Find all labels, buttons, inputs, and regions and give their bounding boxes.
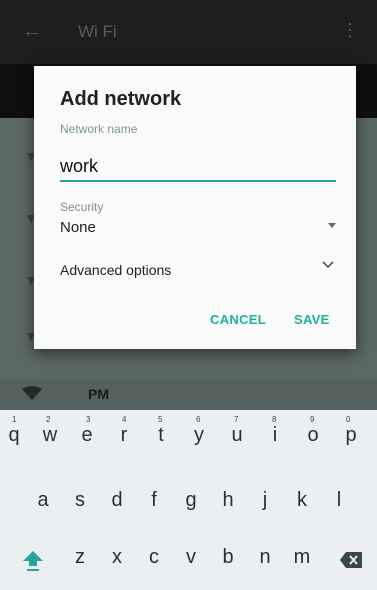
key-o[interactable]: o [296, 424, 330, 447]
key-p[interactable]: p [334, 424, 368, 447]
key-a[interactable]: a [26, 489, 60, 512]
key-hint: 5 [158, 415, 163, 424]
chevron-down-icon [322, 261, 334, 269]
key-hint: 9 [310, 415, 315, 424]
page-title: Wi Fi [78, 22, 117, 41]
key-w[interactable]: w [33, 424, 67, 447]
dropdown-arrow-icon [328, 223, 336, 228]
security-select[interactable]: None [60, 217, 338, 241]
keyboard: 1 2 3 4 5 6 7 8 9 0 q w e r t y u i o p … [0, 410, 377, 590]
key-i[interactable]: i [258, 424, 292, 447]
key-h[interactable]: h [211, 489, 245, 512]
key-n[interactable]: n [248, 546, 282, 569]
key-hint: 0 [346, 415, 351, 424]
key-hint: 4 [122, 415, 127, 424]
key-hint: 7 [234, 415, 239, 424]
key-c[interactable]: c [137, 546, 171, 569]
arrow-back-icon[interactable]: ← [22, 20, 42, 43]
key-q[interactable]: q [0, 424, 31, 447]
key-d[interactable]: d [100, 489, 134, 512]
key-l[interactable]: l [322, 489, 356, 512]
key-s[interactable]: s [63, 489, 97, 512]
key-hint: 3 [86, 415, 91, 424]
advanced-options-label: Advanced options [60, 262, 172, 278]
cancel-button[interactable]: CANCEL [210, 312, 266, 327]
key-u[interactable]: u [220, 424, 254, 447]
key-z[interactable]: z [63, 546, 97, 569]
key-m[interactable]: m [285, 546, 319, 569]
key-hint: 1 [12, 415, 17, 424]
wifi-icon [22, 386, 42, 400]
security-value: None [60, 219, 96, 236]
key-hint: 8 [272, 415, 277, 424]
key-v[interactable]: v [174, 546, 208, 569]
advanced-options-toggle[interactable]: Advanced options [60, 256, 338, 280]
key-b[interactable]: b [211, 546, 245, 569]
app-bar: ← Wi Fi ⋮ [0, 0, 377, 64]
key-r[interactable]: r [107, 424, 141, 447]
key-f[interactable]: f [137, 489, 171, 512]
backspace-icon[interactable] [340, 552, 362, 568]
key-x[interactable]: x [100, 546, 134, 569]
dialog-title: Add network [60, 88, 182, 110]
key-y[interactable]: y [182, 424, 216, 447]
key-e[interactable]: e [70, 424, 104, 447]
key-hint: 6 [196, 415, 201, 424]
key-t[interactable]: t [144, 424, 178, 447]
key-j[interactable]: j [248, 489, 282, 512]
key-g[interactable]: g [174, 489, 208, 512]
network-name-input[interactable] [60, 152, 336, 182]
network-row-label: PM [88, 386, 109, 402]
network-name-label: Network name [60, 122, 138, 136]
key-hint: 2 [46, 415, 51, 424]
more-vert-icon[interactable]: ⋮ [341, 20, 359, 41]
network-row: PM [0, 380, 377, 410]
add-network-dialog: Add network Network name Security None A… [34, 66, 356, 349]
save-button[interactable]: SAVE [294, 312, 330, 327]
shift-icon[interactable] [22, 549, 44, 571]
key-k[interactable]: k [285, 489, 319, 512]
security-label: Security [60, 200, 104, 214]
